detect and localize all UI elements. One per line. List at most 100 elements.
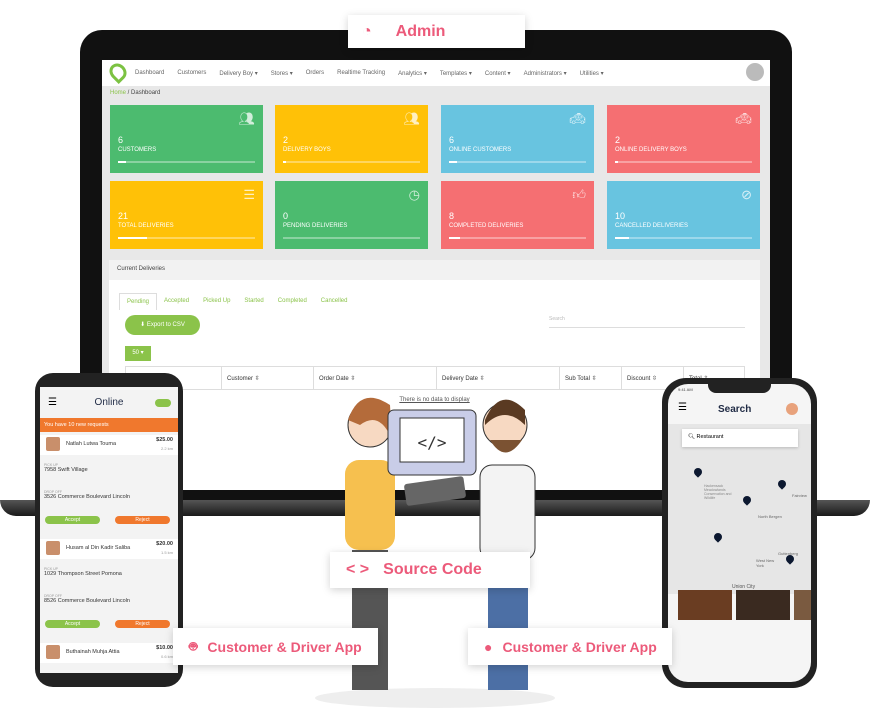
dropoff: DROP OFF 8526 Commerce Boulevard Lincoln [40, 594, 178, 604]
tab-accepted[interactable]: Accepted [157, 293, 196, 310]
driver-app-screen: Online ☰ You have 10 new requests Natlah… [40, 387, 178, 673]
hamburger-menu-icon[interactable]: ☰ [678, 402, 687, 413]
request-price: $10.00 [156, 645, 173, 651]
source-code-label: < > Source Code [330, 552, 530, 588]
request-header[interactable]: Husam al Din Kadir Saliba $20.00 1.5 km [40, 539, 178, 559]
ios-app-text: Customer & Driver App [502, 638, 657, 655]
stat-progress [615, 237, 752, 239]
map[interactable] [668, 424, 811, 594]
stat-card[interactable]: ⊘ 10 CANCELLED DELIVERIES [607, 181, 760, 249]
nav-content[interactable]: Content ▾ [485, 70, 511, 77]
stat-progress-fill [283, 161, 286, 163]
map-label: Fairview [792, 493, 807, 498]
nav-analytics[interactable]: Analytics ▾ [398, 70, 427, 77]
nav-utilities[interactable]: Utilities ▾ [580, 70, 604, 77]
floor-shadow [315, 688, 555, 708]
accept-button[interactable]: Accept [45, 620, 100, 628]
stat-progress [283, 237, 420, 239]
stat-value: 0 [283, 211, 289, 221]
top-nav: Dashboard Customers Delivery Boy ▾ Store… [102, 60, 770, 86]
customer-avatar [46, 645, 60, 659]
stat-value: 8 [449, 211, 455, 221]
nav-realtime-tracking[interactable]: Realtime Tracking [337, 70, 385, 76]
speedometer-icon: ◔ [362, 22, 372, 40]
nav-dashboard[interactable]: Dashboard [135, 70, 164, 76]
stat-label: COMPLETED DELIVERIES [449, 223, 524, 229]
nav-orders[interactable]: Orders [306, 70, 324, 76]
stat-progress [449, 237, 586, 239]
nav-administrators[interactable]: Administrators ▾ [524, 70, 567, 77]
stat-progress [283, 161, 420, 163]
stat-progress [118, 161, 255, 163]
search-icon: 🔍︎ [688, 434, 697, 440]
list-icon: ☰ [243, 187, 255, 202]
map-label: Hackensack Meadowlands Conservation and … [704, 484, 732, 500]
new-requests-banner: You have 10 new requests [40, 418, 178, 432]
pickup-address: 1029 Thompson Street Pomona [44, 571, 122, 577]
tab-started[interactable]: Started [237, 293, 270, 310]
stat-card[interactable]: 👥︎ 2 DELIVERY BOYS [275, 105, 428, 173]
stat-card[interactable]: 👍︎ 8 COMPLETED DELIVERIES [441, 181, 594, 249]
restaurant-search-input[interactable]: 🔍︎ Restaurant [682, 429, 798, 447]
android-app-text: Customer & Driver App [207, 638, 362, 655]
status-time: 9:41 AM [678, 387, 693, 392]
ban-icon: ⊘ [741, 187, 752, 202]
admin-label: ◔ Admin [348, 15, 525, 48]
taxi-icon: 🚕︎ [569, 111, 586, 126]
request-header[interactable]: Buthainah Muhja Attia $10.00 0.6 km [40, 643, 178, 663]
breadcrumb-home[interactable]: Home [110, 90, 126, 96]
stat-label: ONLINE CUSTOMERS [449, 147, 512, 153]
stat-card[interactable]: ◷ 0 PENDING DELIVERIES [275, 181, 428, 249]
admin-label-text: Admin [395, 22, 446, 40]
android-phone: Online ☰ You have 10 new requests Natlah… [35, 373, 183, 687]
stat-value: 6 [449, 135, 455, 145]
dropoff-address: 3526 Commerce Boulevard Lincoln [44, 494, 130, 500]
page-size-select[interactable]: 50 ▾ [125, 346, 151, 361]
tab-completed[interactable]: Completed [271, 293, 314, 310]
restaurant-photo[interactable] [794, 590, 811, 620]
android-icon: 🤖︎ [189, 637, 198, 654]
col-sub-total[interactable]: Sub Total ⇳ [560, 367, 622, 389]
search-input[interactable]: Search [549, 316, 745, 328]
clock-icon: ◷ [408, 187, 420, 202]
customer-app-screen: 9:41 AM ☰ Search 🔍︎ Restaurant Hackensac… [668, 384, 811, 682]
tab-pending[interactable]: Pending [119, 293, 158, 310]
reject-button[interactable]: Reject [115, 620, 170, 628]
hamburger-menu-icon[interactable]: ☰ [48, 397, 57, 408]
nav-stores[interactable]: Stores ▾ [271, 70, 293, 77]
profile-avatar[interactable] [786, 403, 798, 415]
stat-card[interactable]: 🚕︎ 6 ONLINE CUSTOMERS [441, 105, 594, 173]
stat-card[interactable]: ☰ 21 TOTAL DELIVERIES [110, 181, 263, 249]
online-toggle[interactable] [155, 399, 171, 407]
stat-card[interactable]: 🚕︎ 2 ONLINE DELIVERY BOYS [607, 105, 760, 173]
stat-value: 10 [615, 211, 626, 221]
android-app-label: 🤖︎ Customer & Driver App [173, 628, 378, 665]
request-price: $25.00 [156, 437, 173, 443]
woman-figure [345, 460, 395, 550]
breadcrumb-current: Dashboard [131, 90, 161, 96]
taxi-icon: 🚕︎ [735, 111, 752, 126]
stat-label: PENDING DELIVERIES [283, 223, 348, 229]
restaurant-photo[interactable] [736, 590, 790, 620]
stat-progress-fill [615, 237, 629, 239]
stat-progress-fill [449, 161, 458, 163]
stat-card[interactable]: 👥︎ 6 CUSTOMERS [110, 105, 263, 173]
stat-value: 6 [118, 135, 124, 145]
breadcrumb: Home / Dashboard [110, 90, 160, 96]
tablet [404, 476, 466, 506]
restaurant-photo[interactable] [678, 590, 732, 620]
nav-customers[interactable]: Customers [177, 70, 206, 76]
code-brackets-icon: < > [346, 561, 370, 578]
accept-button[interactable]: Accept [45, 516, 100, 524]
user-avatar[interactable] [746, 63, 764, 81]
reject-button[interactable]: Reject [115, 516, 170, 524]
tab-picked-up[interactable]: Picked Up [196, 293, 237, 310]
request-header[interactable]: Natlah Lutwa Touma $25.00 2.2 km [40, 435, 178, 455]
tab-cancelled[interactable]: Cancelled [314, 293, 355, 310]
pickup: PICK UP 7958 Swift Village [40, 463, 178, 473]
export-csv-button[interactable]: ⬇ Export to CSV [125, 315, 200, 335]
customer-avatar [46, 437, 60, 451]
nav-delivery-boy[interactable]: Delivery Boy ▾ [219, 70, 257, 77]
notch [708, 384, 771, 393]
nav-templates[interactable]: Templates ▾ [440, 70, 472, 77]
